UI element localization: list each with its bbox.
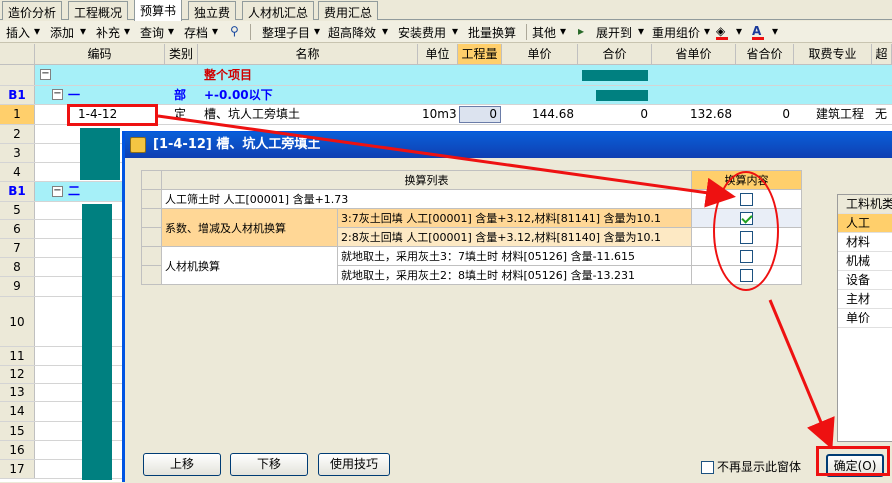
insert-button[interactable]: 插入 xyxy=(6,24,30,41)
header-code[interactable]: 编码 xyxy=(35,44,165,65)
chevron-down-icon[interactable]: ▾ xyxy=(452,24,458,38)
archive-button[interactable]: 存档 xyxy=(184,24,208,41)
conversion-dialog: [1-4-12] 槽、坑人工旁填土 换算列表 换算内容 人工筛土时 人工[000… xyxy=(122,131,892,483)
redacted-value xyxy=(82,204,112,480)
dont-show-again-option[interactable]: 不再显示此窗体 xyxy=(701,458,801,475)
material-category-panel: 工料机类 人工 材料 机械 设备 主材 单价 xyxy=(837,194,892,442)
height-reduction-button[interactable]: 超高降效 xyxy=(328,24,376,41)
dialog-title: [1-4-12] 槽、坑人工旁填土 xyxy=(153,137,321,152)
header-province-price[interactable]: 省单价 xyxy=(652,44,736,65)
category-equipment[interactable]: 设备 xyxy=(838,271,892,290)
highlight-box xyxy=(67,104,158,126)
chevron-down-icon[interactable]: ▾ xyxy=(34,24,40,38)
chevron-down-icon[interactable]: ▾ xyxy=(772,24,778,38)
row-name: 整个项目 xyxy=(204,68,253,82)
chevron-down-icon[interactable]: ▾ xyxy=(314,24,320,38)
conversion-table: 换算列表 换算内容 人工筛土时 人工[00001] 含量+1.73 系数、增减及… xyxy=(141,170,802,285)
font-color-icon[interactable]: A xyxy=(752,24,764,40)
header-unit[interactable]: 单位 xyxy=(418,44,458,65)
chevron-down-icon[interactable]: ▾ xyxy=(168,24,174,38)
category-labor[interactable]: 人工 xyxy=(838,214,892,233)
quantity-input[interactable]: 0 xyxy=(459,106,501,123)
header-type[interactable]: 类别 xyxy=(165,44,198,65)
chevron-down-icon[interactable]: ▾ xyxy=(704,24,710,38)
collapse-icon[interactable]: − xyxy=(52,89,63,100)
move-down-button[interactable]: 下移 xyxy=(230,453,308,476)
header-total[interactable]: 合价 xyxy=(578,44,652,65)
move-up-button[interactable]: 上移 xyxy=(143,453,221,476)
category-material[interactable]: 材料 xyxy=(838,233,892,252)
header-extra[interactable]: 超高 xyxy=(872,44,892,65)
batch-convert-button[interactable]: 批量换算 xyxy=(468,24,516,41)
header-unit-price[interactable]: 单价 xyxy=(502,44,578,65)
reuse-pricing-button[interactable]: 重用组价 xyxy=(652,24,700,41)
dont-show-again-checkbox[interactable] xyxy=(701,461,714,474)
category-unit-price[interactable]: 单价 xyxy=(838,309,892,328)
install-fee-button[interactable]: 安装费用 xyxy=(398,24,446,41)
highlight-oval xyxy=(713,171,779,291)
fill-color-icon[interactable]: ◈ xyxy=(716,24,728,40)
header-specialty[interactable]: 取费专业 xyxy=(794,44,872,65)
expand-icon: ▸ xyxy=(578,24,585,38)
material-category-header: 工料机类 xyxy=(838,195,892,214)
chevron-down-icon[interactable]: ▾ xyxy=(124,24,130,38)
header-conversion-list: 换算列表 xyxy=(161,170,692,190)
chevron-down-icon[interactable]: ▾ xyxy=(736,24,742,38)
table-row[interactable]: − 整个项目 xyxy=(0,65,892,86)
chevron-down-icon[interactable]: ▾ xyxy=(212,24,218,38)
table-row[interactable]: 人工筛土时 人工[00001] 含量+1.73 xyxy=(141,189,802,209)
category-main-material[interactable]: 主材 xyxy=(838,290,892,309)
edit-icon xyxy=(130,137,146,153)
module-tab-bar: 造价分析 工程概况 预算书 独立费 人材机汇总 费用汇总 xyxy=(0,0,892,21)
expand-to-button[interactable]: 展开到 xyxy=(596,24,632,41)
header-name[interactable]: 名称 xyxy=(198,44,418,65)
chevron-down-icon[interactable]: ▾ xyxy=(382,24,388,38)
redacted-value xyxy=(596,90,648,101)
table-row[interactable]: 系数、增减及人材机换算 3:7灰土回填 人工[00001] 含量+3.12,材料… xyxy=(141,208,802,247)
supplement-button[interactable]: 补充 xyxy=(96,24,120,41)
highlight-box xyxy=(816,446,890,476)
tab-labor-material-summary[interactable]: 人材机汇总 xyxy=(242,1,315,20)
header-province-total[interactable]: 省合价 xyxy=(736,44,794,65)
toolbar: 插入 ▾ 添加 ▾ 补充 ▾ 查询 ▾ 存档 ▾ ⚲ 整理子目 ▾ 超高降效 ▾… xyxy=(0,21,892,43)
redacted-value xyxy=(582,70,648,81)
chevron-down-icon[interactable]: ▾ xyxy=(80,24,86,38)
chevron-down-icon[interactable]: ▾ xyxy=(560,24,566,38)
dialog-title-bar[interactable]: [1-4-12] 槽、坑人工旁填土 xyxy=(125,132,892,158)
header-quantity[interactable]: 工程量 xyxy=(458,44,502,65)
category-machinery[interactable]: 机械 xyxy=(838,252,892,271)
organize-items-button[interactable]: 整理子目 xyxy=(262,24,310,41)
collapse-icon[interactable]: − xyxy=(52,186,63,197)
collapse-icon[interactable]: − xyxy=(40,69,51,80)
table-row[interactable]: B1 − 一 部 +-0.00以下 xyxy=(0,86,892,105)
tab-independent-fee[interactable]: 独立费 xyxy=(188,1,237,20)
add-button[interactable]: 添加 xyxy=(50,24,74,41)
tab-fee-summary[interactable]: 费用汇总 xyxy=(318,1,379,20)
tab-cost-analysis[interactable]: 造价分析 xyxy=(2,1,63,20)
table-row[interactable]: 人材机换算 就地取土，采用灰土3：7填土时 材料[05126] 含量-11.61… xyxy=(141,246,802,285)
redacted-value xyxy=(80,128,120,180)
tab-project-overview[interactable]: 工程概况 xyxy=(68,1,129,20)
row-number-header xyxy=(0,44,35,65)
usage-tips-button[interactable]: 使用技巧 xyxy=(318,453,390,476)
binoculars-icon[interactable]: ⚲ xyxy=(230,24,239,38)
chevron-down-icon[interactable]: ▾ xyxy=(638,24,644,38)
dialog-body: 换算列表 换算内容 人工筛土时 人工[00001] 含量+1.73 系数、增减及… xyxy=(125,158,892,483)
other-button[interactable]: 其他 xyxy=(532,24,556,41)
query-button[interactable]: 查询 xyxy=(140,24,164,41)
tab-budget[interactable]: 预算书 xyxy=(134,0,183,21)
